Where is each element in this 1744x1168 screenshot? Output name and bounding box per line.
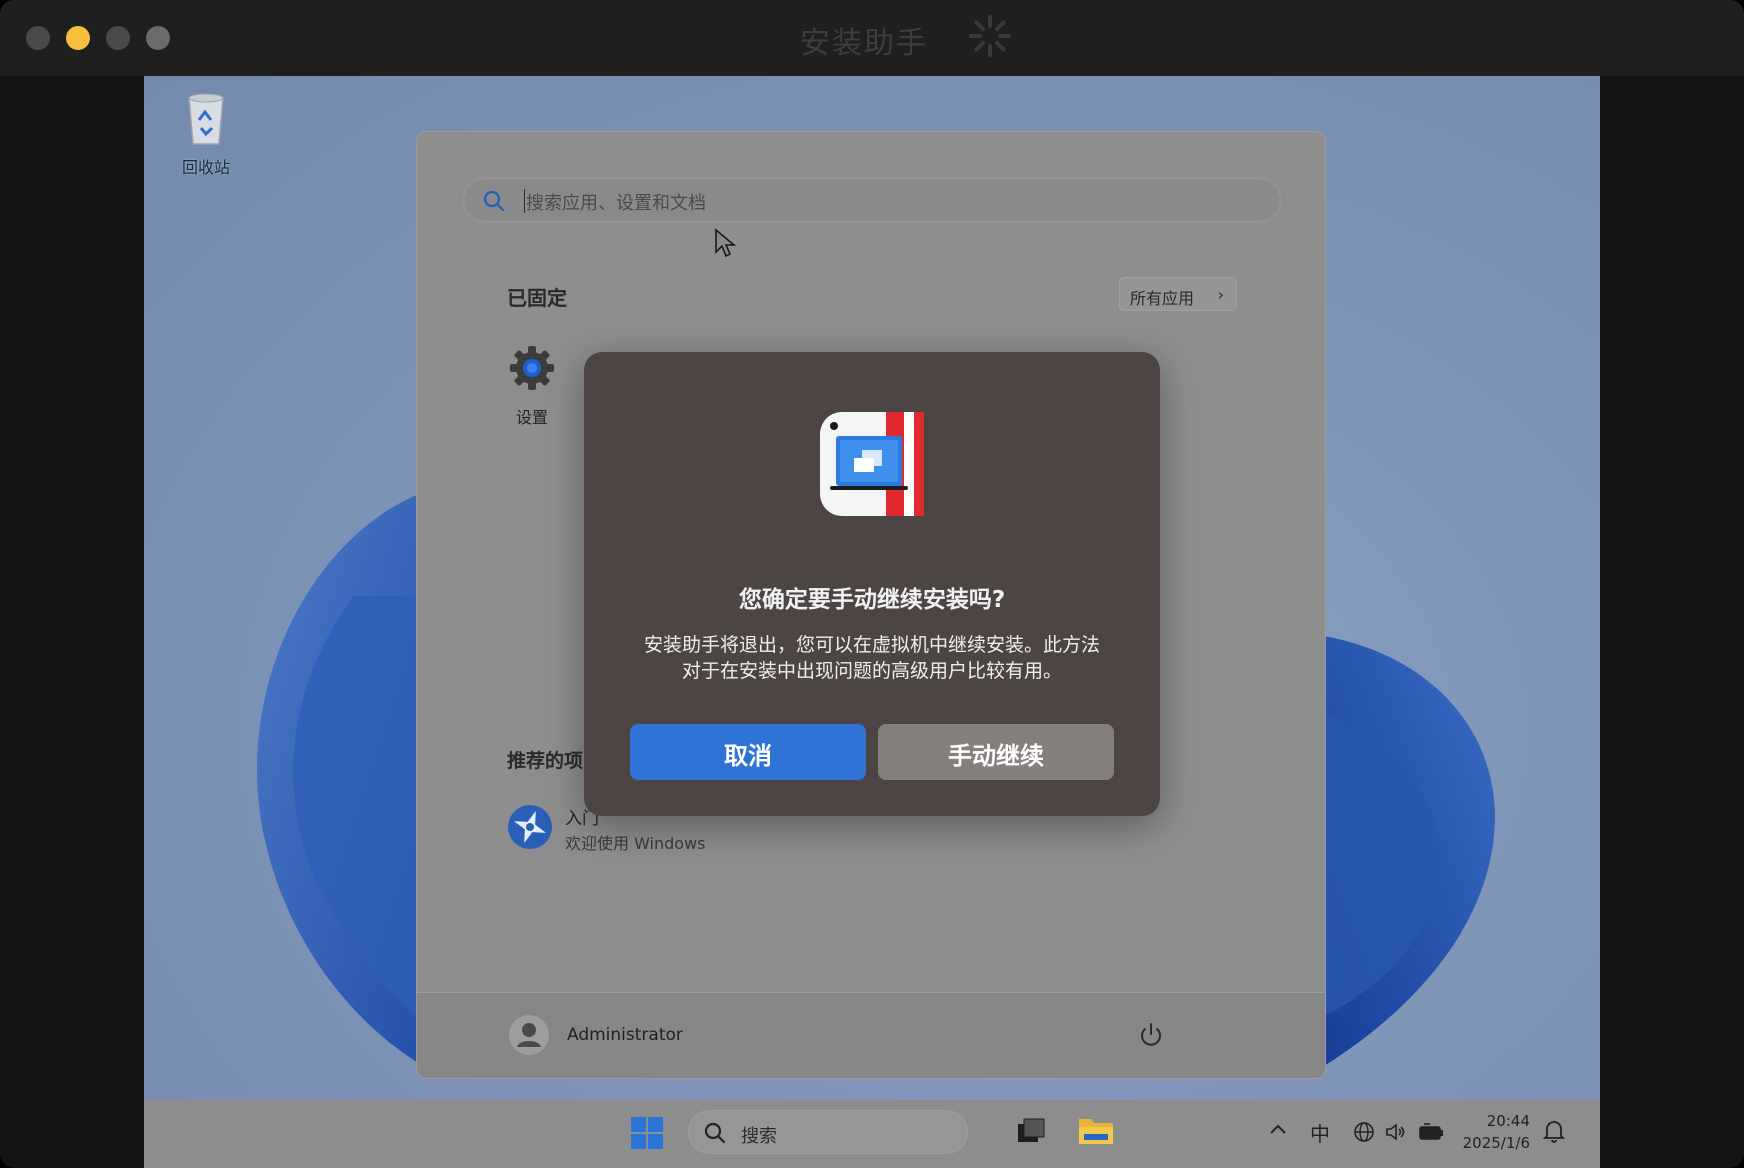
close-window-button[interactable] <box>26 26 50 50</box>
fullscreen-window-button[interactable] <box>146 26 170 50</box>
app-window: 安装助手 回收站 搜索应用、设置和文档 已固定 所有应用 › 设置 推荐的项 入… <box>0 0 1744 1168</box>
dialog-message-line-1: 安装助手将退出，您可以在虚拟机中继续安装。此方法 <box>643 634 1100 656</box>
install-assistant-app-icon <box>820 412 924 516</box>
dialog-message: 安装助手将退出，您可以在虚拟机中继续安装。此方法 对于在安装中出现问题的高级用户… <box>612 632 1132 684</box>
minimize-window-button[interactable] <box>66 26 90 50</box>
confirm-manual-install-dialog: 您确定要手动继续安装吗? 安装助手将退出，您可以在虚拟机中继续安装。此方法 对于… <box>584 352 1160 816</box>
window-title: 安装助手 <box>800 26 928 61</box>
cancel-button[interactable]: 取消 <box>630 724 866 780</box>
title-bar[interactable]: 安装助手 <box>0 0 1744 76</box>
manual-continue-button[interactable]: 手动继续 <box>878 724 1114 780</box>
loading-spinner-icon <box>969 15 1011 57</box>
dialog-message-line-2: 对于在安装中出现问题的高级用户比较有用。 <box>681 660 1062 682</box>
zoom-window-button[interactable] <box>106 26 130 50</box>
dialog-title: 您确定要手动继续安装吗? <box>738 587 1006 613</box>
